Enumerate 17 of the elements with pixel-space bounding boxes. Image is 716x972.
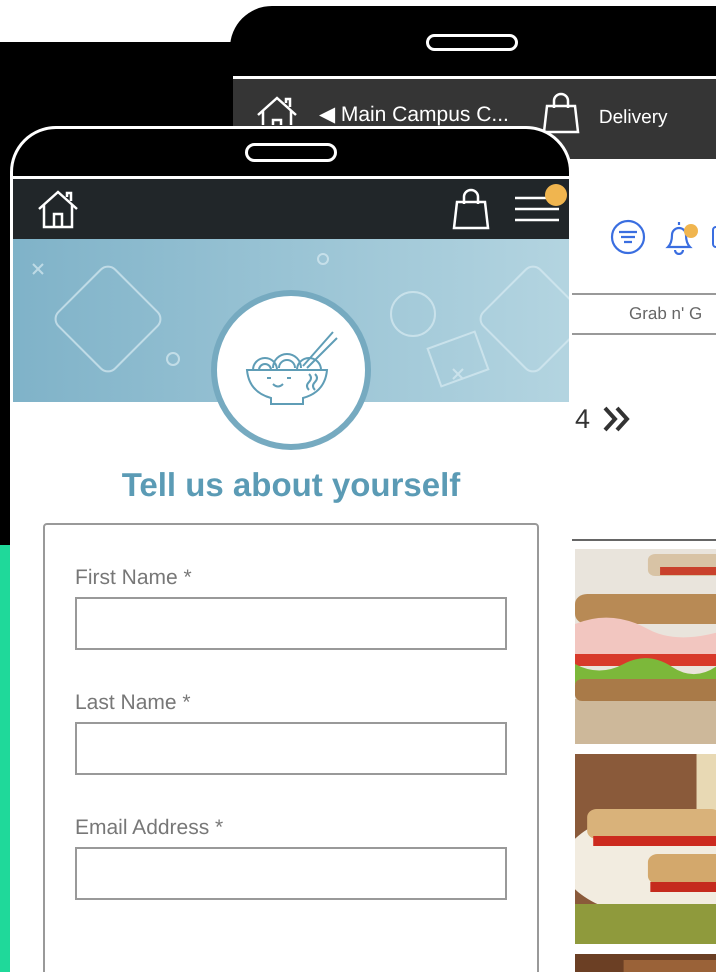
category-tab[interactable]: Grab n' G [629, 301, 702, 327]
shopping-bag-icon[interactable] [451, 188, 491, 230]
home-icon[interactable] [255, 95, 299, 125]
location-selector[interactable]: ◀ Main Campus C... [319, 104, 509, 125]
filter-icon[interactable] [610, 219, 646, 255]
input-field[interactable] [75, 847, 507, 900]
double-chevron-icon[interactable] [602, 405, 632, 433]
field-label: Email Address * [75, 815, 224, 841]
shopping-bag-icon[interactable] [540, 92, 581, 134]
home-icon[interactable] [36, 189, 80, 230]
page-number[interactable]: 4 [575, 398, 590, 440]
delivery-mode[interactable]: Delivery [598, 107, 668, 129]
form-title: Tell us about yourself [122, 468, 460, 501]
field-label: First Name * [75, 565, 193, 591]
input-field[interactable] [75, 722, 507, 775]
field-label: Last Name * [75, 690, 192, 716]
input-field[interactable] [75, 597, 507, 650]
